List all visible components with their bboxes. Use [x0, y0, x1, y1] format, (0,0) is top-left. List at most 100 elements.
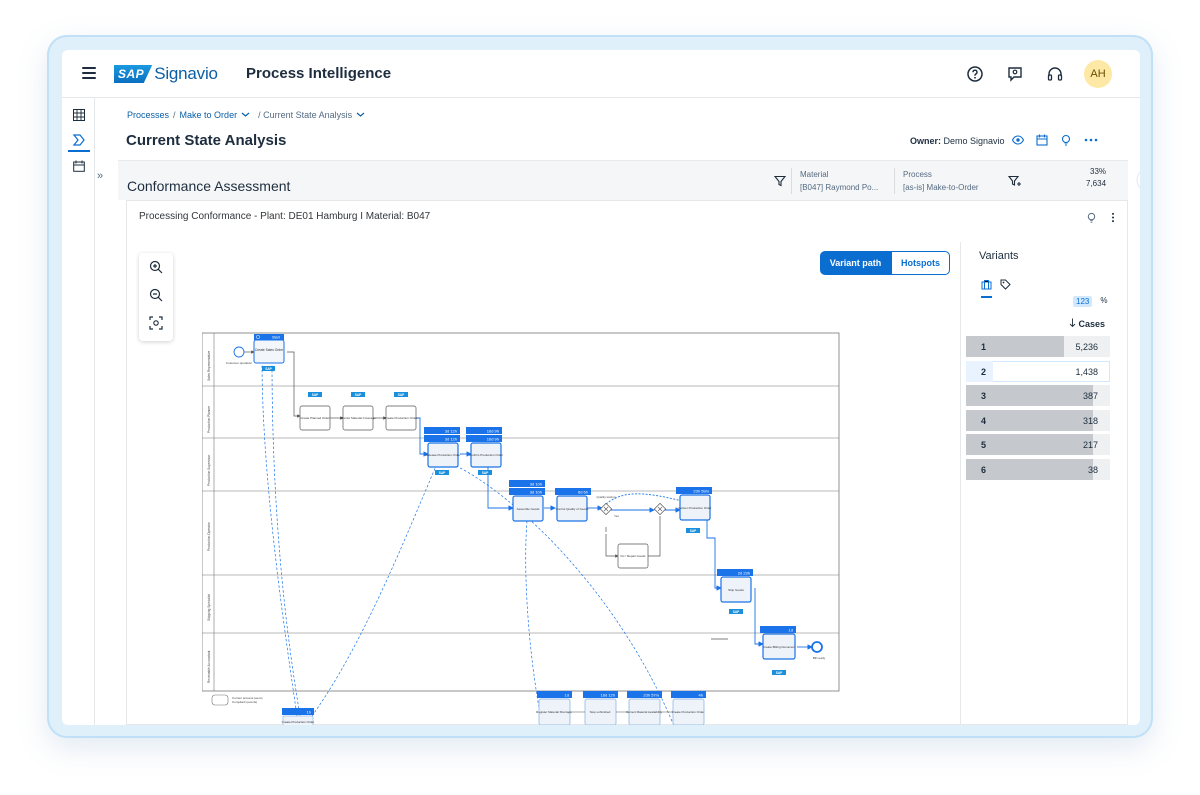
bpmn-diagram[interactable]: Sales Representative Production Planner …	[202, 286, 842, 725]
duration-label: 3d 12h	[445, 437, 457, 442]
task-label: Release Production Order	[426, 453, 461, 457]
duration-label: 3d 10h	[530, 490, 542, 495]
variant-row[interactable]: 3 387	[966, 385, 1110, 406]
variant-rank: 5	[981, 440, 987, 450]
task-label: Assemble Goods	[517, 507, 540, 511]
zoom-in-icon[interactable]	[139, 253, 173, 281]
variants-list: 1 5,236 2 1,438 3 387 4 318 5 217 6 38	[966, 336, 1110, 483]
side-navigation	[62, 98, 95, 725]
lane-label: Production Planner	[207, 405, 211, 433]
conformance-percent: 33%	[1090, 167, 1107, 176]
app-window: SAP Signavio Process Intelligence AH » P…	[62, 50, 1140, 725]
task-label: Create Production Order	[385, 416, 418, 420]
duration-label: 23h 57m	[643, 693, 659, 698]
process-flow-icon[interactable]	[68, 130, 90, 152]
sort-label: Cases	[1078, 319, 1106, 329]
hotspots-button[interactable]: Hotspots	[891, 251, 950, 275]
breadcrumb-make-to-order[interactable]: Make to Order	[180, 110, 238, 120]
menu-icon[interactable]	[82, 67, 96, 79]
grid-icon[interactable]	[68, 104, 90, 126]
unit-number-toggle[interactable]: 123	[1073, 296, 1093, 307]
end-event-label: Bill ready	[813, 656, 826, 660]
duration-label: 1d	[565, 693, 569, 698]
sap-label: SAP	[776, 671, 783, 675]
start-event[interactable]	[233, 346, 245, 358]
duration-label: 1d	[789, 628, 793, 633]
start-event-label: Customer quotation	[226, 361, 253, 365]
variant-row[interactable]: 6 38	[966, 458, 1110, 480]
sap-label: SAP	[265, 367, 272, 371]
calendar-icon[interactable]	[68, 155, 90, 177]
variant-bar	[966, 360, 993, 382]
variant-row[interactable]: 1 5,236	[966, 336, 1110, 357]
page-title: Current State Analysis	[126, 132, 287, 149]
brand-name: Signavio	[154, 64, 218, 83]
task-label: Ship Goods	[728, 588, 744, 592]
duration-label: 3d 12h	[445, 429, 457, 434]
shell-bar: SAP Signavio Process Intelligence AH	[62, 50, 1140, 98]
expand-panel-icon[interactable]: »	[97, 170, 103, 182]
owner-name: Demo Signavio	[943, 136, 1005, 146]
filter-add-icon[interactable]	[1007, 174, 1022, 192]
task-label: Correct Material Availability	[626, 710, 663, 714]
sort-descending-icon	[1069, 318, 1076, 329]
filter-process-value: [as-is] Make-to-Order	[903, 183, 979, 192]
variant-row-selected[interactable]: 2 1,438	[966, 360, 1110, 382]
task-label: Deliver Production Order	[678, 506, 711, 510]
avatar[interactable]: AH	[1084, 60, 1112, 88]
chevron-down-icon[interactable]	[241, 110, 250, 120]
headset-icon[interactable]	[1044, 63, 1066, 85]
more-options-vertical-icon[interactable]	[1111, 210, 1115, 228]
feedback-icon[interactable]	[1004, 63, 1026, 85]
sap-label: SAP	[312, 393, 319, 397]
lightbulb-icon[interactable]	[1086, 210, 1097, 228]
sap-label: SAP	[355, 393, 362, 397]
sap-label: SAP	[482, 471, 489, 475]
variant-row[interactable]: 4 318	[966, 409, 1110, 431]
view-icon[interactable]	[1011, 133, 1025, 151]
help-icon[interactable]	[964, 63, 986, 85]
duration-label: 6d 6h	[578, 490, 588, 495]
lane-label: Production Supervisor	[207, 454, 211, 486]
filter-material[interactable]: Material [B047] Raymond Po...	[791, 168, 878, 194]
panel-title: Processing Conformance - Plant: DE01 Ham…	[139, 211, 431, 222]
conformance-pie-chart	[1136, 171, 1140, 189]
sap-badge: SAP	[114, 65, 153, 83]
legend-label: Compliant (events)	[232, 700, 257, 704]
variant-row[interactable]: 5 217	[966, 434, 1110, 455]
lightbulb-icon[interactable]	[1060, 133, 1072, 151]
legend-swatch	[211, 694, 229, 706]
fit-to-screen-icon[interactable]	[139, 309, 173, 337]
view-toggle: Variant path Hotspots	[820, 251, 950, 275]
owner-label: Owner:	[910, 136, 942, 146]
task-label: Monitor Material Coverage	[340, 416, 376, 420]
brand-logo[interactable]: SAP Signavio	[114, 64, 218, 84]
filter-material-label: Material	[800, 170, 829, 179]
breadcrumb-current[interactable]: / Current State Analysis	[258, 110, 352, 120]
duration-label: 16d 12h	[601, 693, 615, 698]
breadcrumb-processes[interactable]: Processes	[127, 110, 169, 120]
sort-cases[interactable]: Cases	[1069, 318, 1105, 329]
variant-rank: 2	[981, 366, 987, 377]
conformance-count: 7,634	[1086, 179, 1107, 188]
app-title: Process Intelligence	[246, 65, 392, 82]
zoom-out-icon[interactable]	[139, 281, 173, 309]
task-label: Control Quality of Goods	[556, 507, 589, 511]
task-label: Create Production Order	[672, 710, 705, 714]
duration-label: 3d 10h	[530, 482, 542, 487]
more-options-icon[interactable]	[1084, 133, 1098, 151]
lane-label: Shipping Specialist	[207, 594, 211, 621]
schedule-icon[interactable]	[1036, 133, 1048, 151]
task-label: Create Production Order	[282, 720, 315, 724]
filter-icon[interactable]	[773, 174, 787, 192]
unit-percent-toggle[interactable]: %	[1100, 296, 1107, 307]
sap-label: SAP	[439, 471, 446, 475]
variants-tab-tag-icon[interactable]	[1000, 277, 1011, 298]
variants-tab-cases-icon[interactable]	[981, 277, 992, 298]
end-event[interactable]	[811, 641, 823, 653]
filter-material-value: [B047] Raymond Po...	[800, 183, 879, 192]
variant-path-button[interactable]: Variant path	[820, 251, 891, 275]
chevron-down-icon[interactable]	[356, 110, 365, 120]
filter-process[interactable]: Process [as-is] Make-to-Order	[894, 168, 979, 194]
sap-label: SAP	[398, 393, 405, 397]
